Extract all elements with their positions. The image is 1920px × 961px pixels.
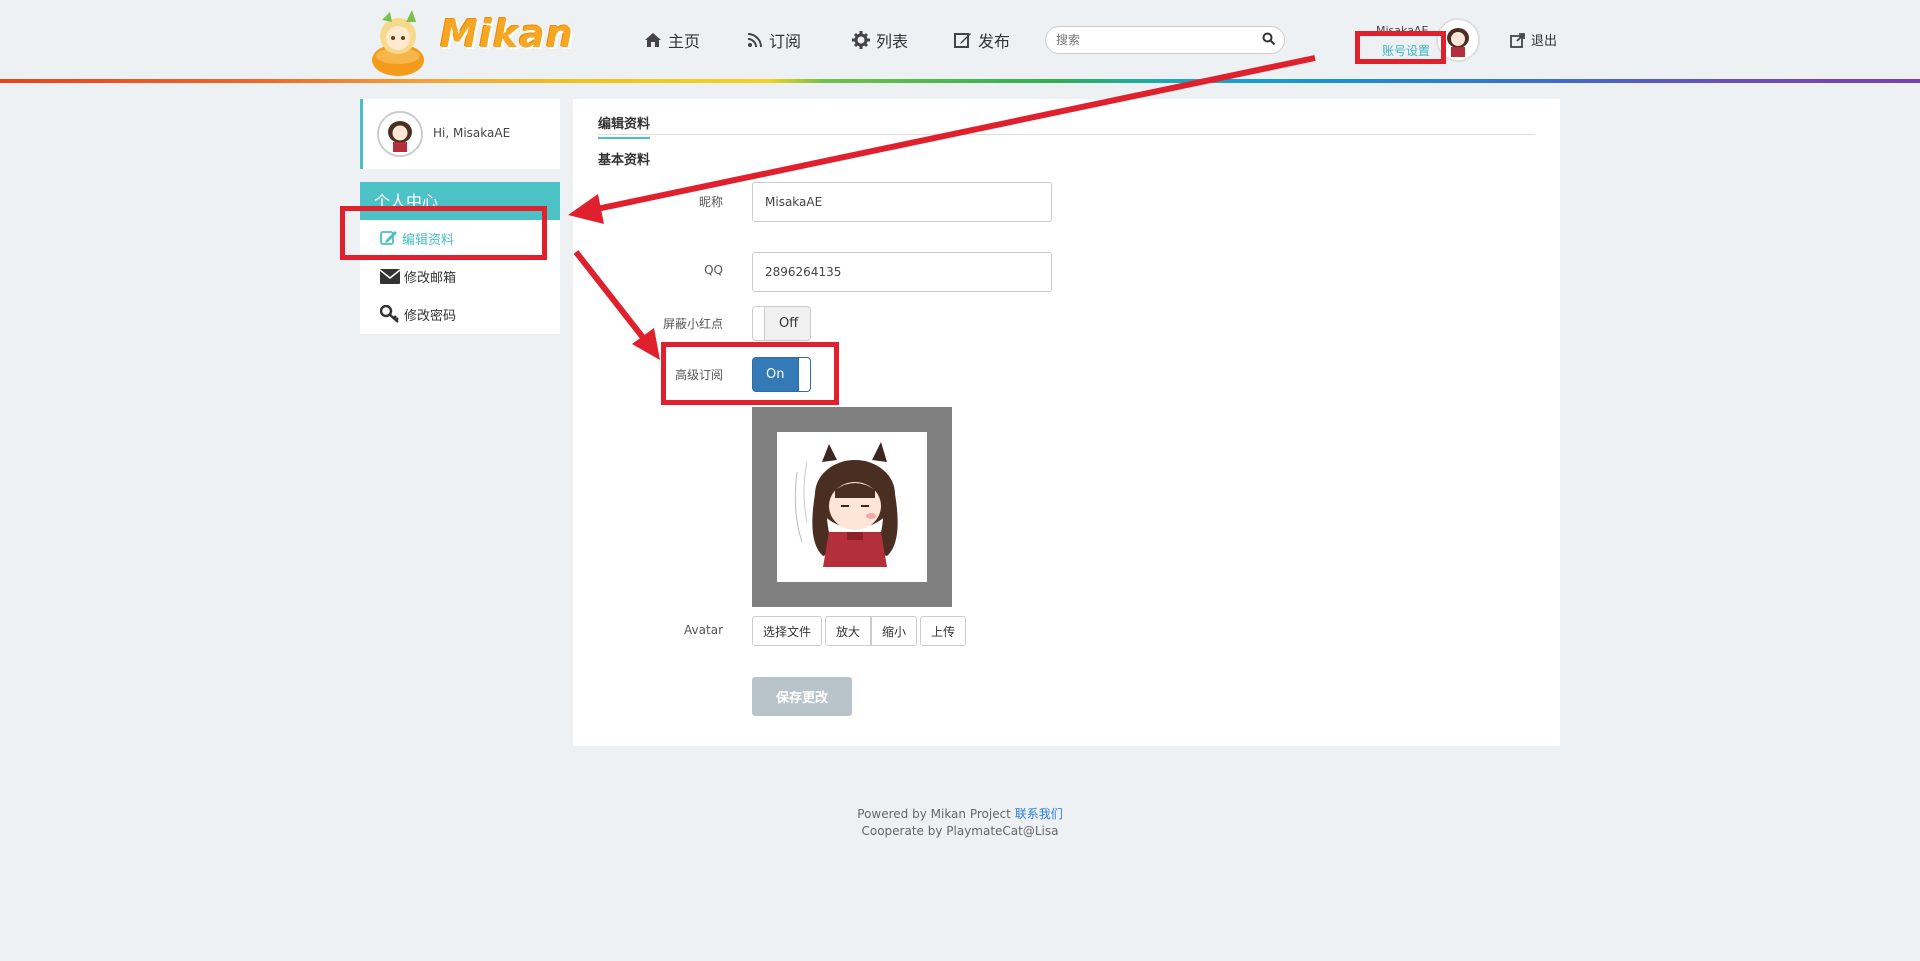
annotation-box-edit-profile	[340, 206, 547, 260]
nickname-label: 昵称	[698, 195, 723, 209]
footer-line-2: Cooperate by PlaymateCat@Lisa	[861, 824, 1059, 838]
choose-file-button[interactable]: 选择文件	[752, 616, 823, 646]
contact-us-link[interactable]: 联系我们	[1015, 807, 1063, 821]
nav-subscribe[interactable]: 订阅	[747, 26, 801, 54]
user-greeting-card: Hi, MisakaAE	[360, 99, 560, 169]
logout-button[interactable]: 退出	[1510, 30, 1557, 49]
annotation-box-advanced-subscription	[661, 342, 839, 405]
search-icon[interactable]	[1262, 32, 1276, 46]
mikan-logo[interactable]: Mikan	[362, 2, 573, 78]
nav-subscribe-label: 订阅	[769, 32, 802, 51]
envelope-icon	[380, 268, 400, 284]
header: Mikan 主页 订阅 列表 发布 MisakaAE 账号设置 退出	[0, 0, 1920, 80]
rss-icon	[747, 33, 762, 48]
search-input[interactable]	[1056, 27, 1256, 53]
avatar-image-icon	[777, 432, 927, 582]
annotation-box-account-settings	[1355, 31, 1446, 64]
avatar-crop-area[interactable]	[752, 407, 952, 607]
hide-red-dot-toggle[interactable]: Off	[752, 306, 811, 341]
zoom-out-button[interactable]: 缩小	[871, 616, 918, 646]
save-changes-button[interactable]: 保存更改	[752, 677, 852, 716]
sidebar-item-label: 修改密码	[404, 308, 457, 324]
avatar-preview	[777, 432, 927, 582]
avatar-label: Avatar	[684, 623, 723, 637]
qq-field[interactable]	[752, 252, 1052, 292]
nav-list[interactable]: 列表	[852, 26, 908, 54]
toggle-knob	[753, 307, 765, 340]
logo-text: Mikan	[440, 12, 574, 56]
nickname-field[interactable]	[752, 182, 1052, 222]
search-box	[1045, 26, 1285, 54]
powered-by-text: Powered by Mikan Project	[857, 807, 1011, 821]
home-icon	[645, 33, 661, 47]
sidebar-item-label: 修改邮箱	[404, 270, 457, 286]
nav-list-label: 列表	[876, 32, 909, 51]
footer-line-1: Powered by Mikan Project 联系我们	[0, 806, 1920, 823]
gear-icon	[852, 31, 870, 49]
nav-publish[interactable]: 发布	[954, 26, 1010, 54]
external-link-icon	[1510, 32, 1525, 48]
edit-icon	[954, 33, 971, 48]
greeting-text: Hi, MisakaAE	[433, 126, 511, 140]
sidebar-item-change-password[interactable]: 修改密码	[380, 302, 456, 326]
logout-label: 退出	[1531, 34, 1558, 49]
nav-home-label: 主页	[668, 32, 701, 51]
key-icon	[380, 305, 399, 323]
tab-edit-profile[interactable]: 编辑资料	[598, 113, 651, 139]
avatar-image-icon	[379, 113, 421, 155]
nav-publish-label: 发布	[978, 32, 1011, 51]
sidebar-item-change-email[interactable]: 修改邮箱	[380, 264, 456, 288]
tab-divider	[598, 134, 1535, 135]
upload-button[interactable]: 上传	[920, 616, 967, 646]
footer: Powered by Mikan Project 联系我们 Cooperate …	[0, 806, 1920, 840]
toggle-state-text: Off	[779, 316, 799, 331]
hide-red-dot-label: 屏蔽小红点	[662, 317, 723, 331]
nav-home[interactable]: 主页	[644, 26, 700, 54]
avatar-buttons: 选择文件 放大 缩小 上传	[752, 616, 969, 646]
section-title: 基本资料	[598, 153, 651, 168]
qq-label: QQ	[704, 263, 723, 277]
header-rainbow-divider	[0, 79, 1920, 83]
zoom-in-button[interactable]: 放大	[825, 616, 872, 646]
sidebar-avatar	[377, 111, 423, 157]
mascot-logo-icon	[372, 10, 424, 76]
edit-profile-panel: 编辑资料 基本资料 昵称 QQ 屏蔽小红点 Off 高级订阅 On	[573, 99, 1560, 746]
